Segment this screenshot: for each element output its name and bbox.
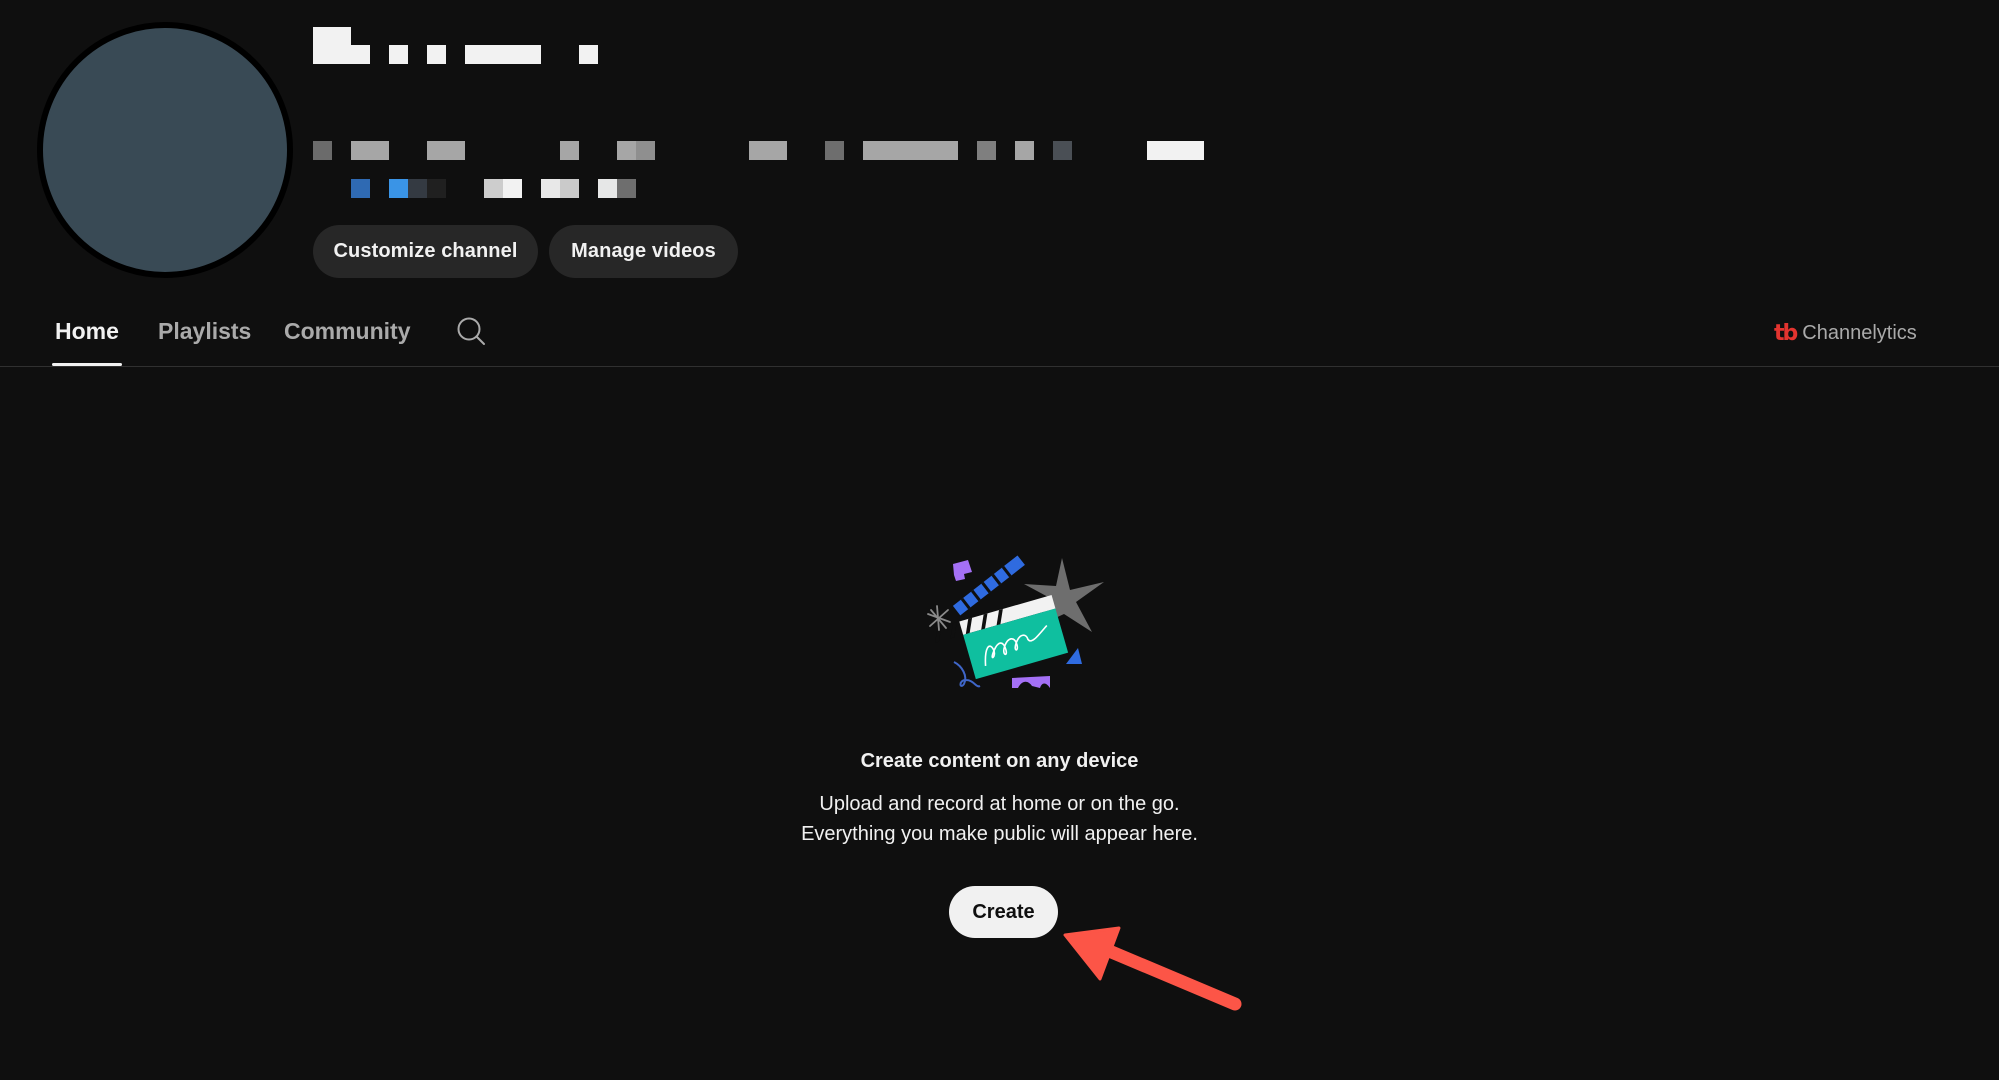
manage-videos-button[interactable]: Manage videos (549, 225, 738, 278)
tab-home[interactable]: Home (55, 316, 119, 346)
redacted-block (427, 141, 465, 160)
redacted-block (863, 141, 958, 160)
tab-community[interactable]: Community (284, 316, 411, 346)
tabs-divider (0, 366, 1999, 367)
empty-state-line-1: Upload and record at home or on the go. (819, 793, 1180, 815)
redacted-block (636, 141, 655, 160)
arrow-shaft (1088, 938, 1242, 1011)
blue-triangle-shape (1066, 648, 1082, 664)
redacted-block (389, 45, 408, 64)
redacted-block (1053, 141, 1072, 160)
redacted-block (351, 141, 389, 160)
redacted-block (560, 141, 579, 160)
customize-channel-button[interactable]: Customize channel (313, 225, 538, 278)
tab-playlists[interactable]: Playlists (158, 316, 251, 346)
redacted-block (427, 45, 446, 64)
redacted-block (389, 179, 408, 198)
redacted-block (1147, 141, 1204, 160)
redacted-block (598, 179, 617, 198)
redacted-block (313, 141, 332, 160)
channel-avatar[interactable] (37, 22, 293, 278)
redacted-block (541, 179, 560, 198)
redacted-block (427, 179, 446, 198)
empty-state-title: Create content on any device (860, 750, 1139, 772)
redacted-block (484, 179, 503, 198)
redacted-block (617, 179, 636, 198)
search-icon[interactable] (454, 314, 488, 348)
redacted-block (503, 179, 522, 198)
clapperboard-illustration (927, 555, 1104, 688)
channelytics-button[interactable]: tb Channelytics (1774, 318, 1917, 348)
tubebuddy-logo-icon: tb (1774, 320, 1798, 346)
purple-bottom-shape (1012, 676, 1050, 688)
redacted-block (351, 179, 370, 198)
asterisk-shape (927, 605, 951, 631)
redacted-block (465, 45, 541, 64)
redacted-block (560, 179, 579, 198)
redacted-block (313, 45, 370, 64)
create-button[interactable]: Create (949, 886, 1058, 938)
redacted-block (825, 141, 844, 160)
redacted-block (749, 141, 787, 160)
arrow-head (1063, 926, 1121, 981)
redacted-block (579, 45, 598, 64)
purple-shape (953, 560, 972, 581)
empty-state-line-2: Everything you make public will appear h… (801, 823, 1198, 845)
channelytics-label: Channelytics (1802, 321, 1917, 344)
redacted-block (1015, 141, 1034, 160)
redacted-block (408, 179, 427, 198)
redacted-block (977, 141, 996, 160)
redacted-block (617, 141, 636, 160)
